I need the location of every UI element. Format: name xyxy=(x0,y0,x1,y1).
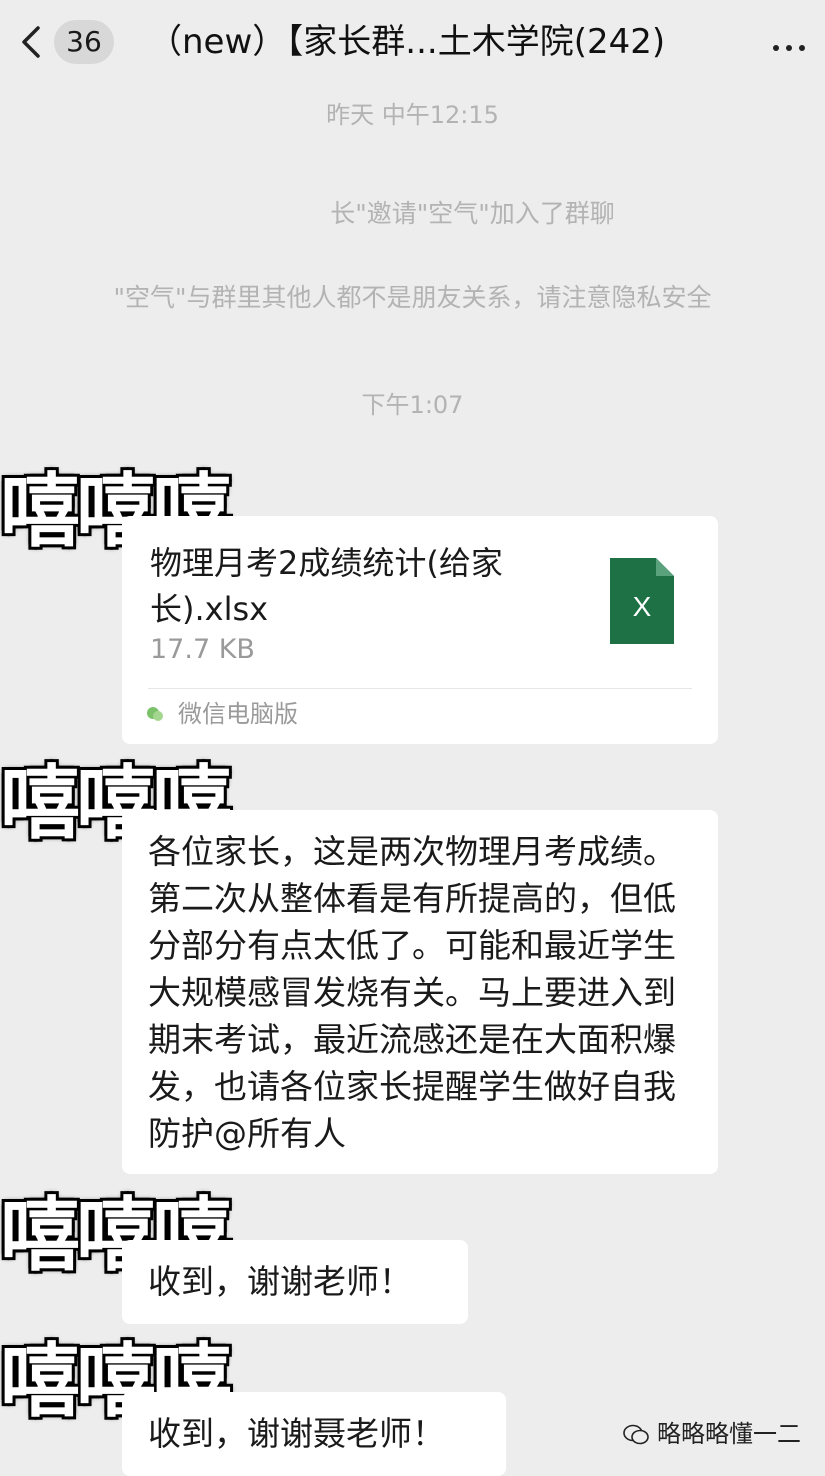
excel-file-icon: X xyxy=(610,558,674,644)
invite-notice: 长"邀请"空气"加入了群聊 xyxy=(330,199,615,228)
wechat-logo-icon xyxy=(623,1424,649,1445)
file-message-card[interactable]: 物理月考2成绩统计(给家长).xlsx 17.7 KB X 微信电脑版 xyxy=(122,516,718,744)
wechat-pc-icon xyxy=(147,707,163,721)
svg-text:X: X xyxy=(633,591,652,622)
timestamp: 昨天 中午12:15 xyxy=(326,101,499,129)
chat-message-bubble[interactable]: 收到，谢谢老师！ xyxy=(122,1240,468,1324)
watermark-text: 略略略懂一二 xyxy=(657,1420,801,1448)
card-divider xyxy=(148,688,692,689)
back-arrow-icon[interactable] xyxy=(16,22,46,62)
chat-message-bubble[interactable]: 各位家长，这是两次物理月考成绩。第二次从整体看是有所提高的，但低分部分有点太低了… xyxy=(122,810,718,1174)
chat-message-bubble[interactable]: 收到，谢谢聂老师！ xyxy=(122,1392,506,1476)
privacy-notice: "空气"与群里其他人都不是朋友关系，请注意隐私安全 xyxy=(113,283,712,312)
file-name: 物理月考2成绩统计(给家长).xlsx xyxy=(150,544,503,628)
more-options-icon[interactable] xyxy=(773,36,813,51)
chat-title: （new）【家长群...土木学院(242) xyxy=(148,22,666,62)
file-source-label: 微信电脑版 xyxy=(178,700,298,728)
watermark: 略略略懂一二 xyxy=(623,1416,801,1452)
unread-count-badge[interactable]: 36 xyxy=(54,20,114,64)
file-size: 17.7 KB xyxy=(150,634,255,665)
chat-header: 36 （new）【家长群...土木学院(242) xyxy=(0,0,825,88)
timestamp: 下午1:07 xyxy=(361,391,464,419)
